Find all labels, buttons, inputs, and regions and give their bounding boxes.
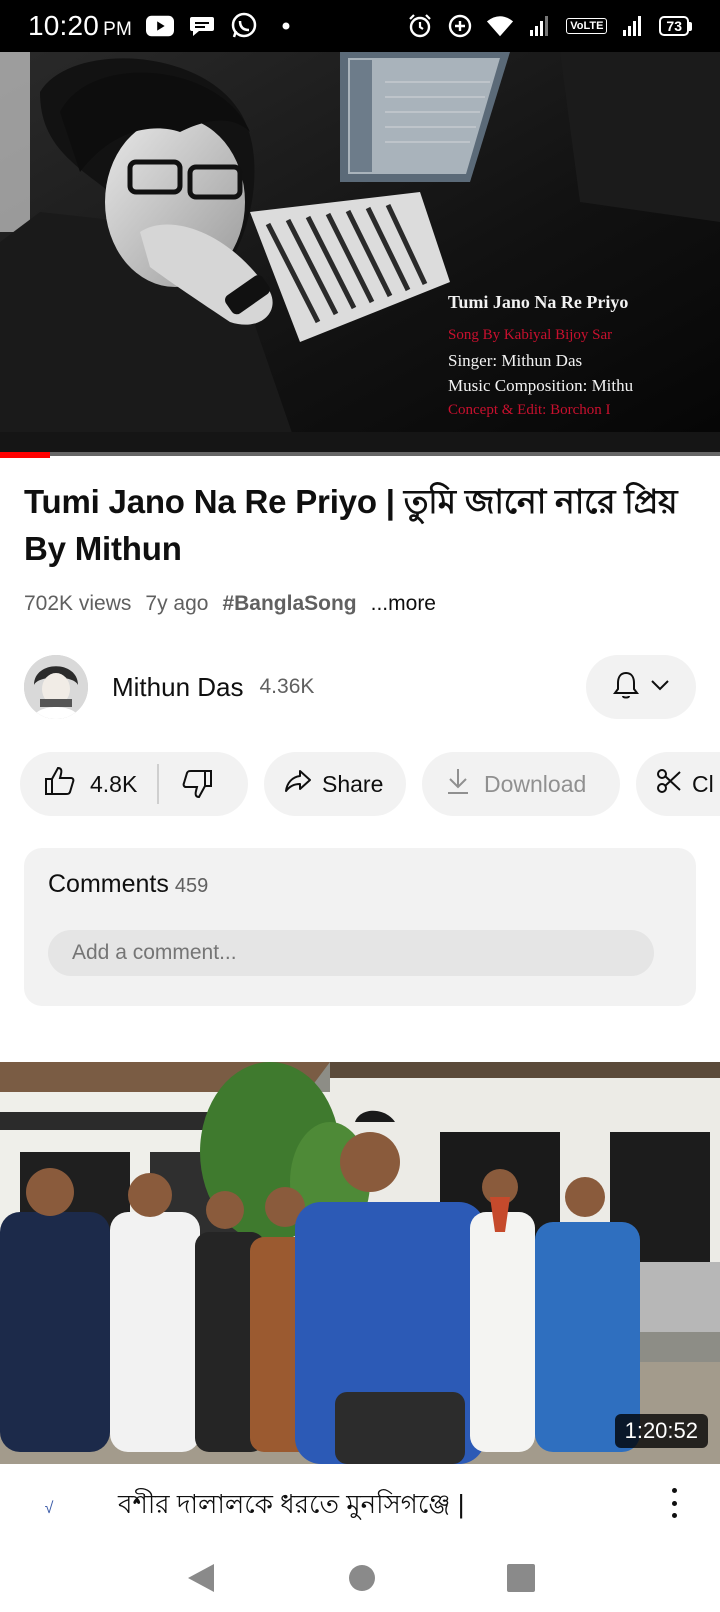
recents-icon[interactable] <box>506 1563 536 1598</box>
alarm-icon <box>406 12 434 40</box>
chat-bubble-icon <box>188 12 216 40</box>
comments-label: Comments <box>48 870 169 898</box>
overlay-song-credit: Song By Kabiyal Bijoy Sar <box>448 327 613 343</box>
system-icons: VoLTE 73 <box>406 12 692 40</box>
video-duration: 1:20:52 <box>614 1414 708 1448</box>
battery-icon: 73 <box>659 16 692 36</box>
video-player[interactable]: Tumi Jano Na Re Priyo Song By Kabiyal Bi… <box>0 52 720 456</box>
comments-card[interactable]: Comments 459 <box>24 848 696 1006</box>
action-buttons: 4.8K Share Download Cl <box>20 752 720 816</box>
share-button[interactable]: Share <box>264 752 406 816</box>
next-video-title[interactable]: বশীর দালালকে ধরতে মুনসিগঞ্জে | <box>118 1484 464 1528</box>
clip-label: Cl <box>692 770 714 797</box>
scissors-icon <box>656 768 682 800</box>
signal-icon <box>619 12 647 40</box>
comments-header: Comments 459 <box>48 870 208 899</box>
bell-icon <box>612 670 640 705</box>
download-label: Download <box>484 770 587 797</box>
download-button[interactable]: Download <box>422 752 620 816</box>
more-link[interactable]: ...more <box>371 592 436 616</box>
video-title[interactable]: Tumi Jano Na Re Priyo | তুমি জানো নারে প… <box>24 478 696 572</box>
share-label: Share <box>322 770 384 797</box>
whatsapp-icon <box>230 12 258 40</box>
dot-icon <box>272 12 300 40</box>
upload-age: 7y ago <box>145 592 209 615</box>
data-saver-icon <box>446 12 474 40</box>
overlay-singer: Singer: Mithun Das <box>448 351 583 370</box>
channel-name[interactable]: Mithun Das <box>112 672 244 703</box>
status-time-value: 10:20 <box>28 10 100 41</box>
youtube-icon <box>145 12 174 40</box>
thumbs-down-icon[interactable] <box>181 769 213 799</box>
home-icon[interactable] <box>347 1563 377 1598</box>
subscriber-count: 4.36K <box>259 675 315 698</box>
next-video-info[interactable]: √ বশীর দালালকে ধরতে মুনসিগঞ্জে | <box>0 1464 720 1548</box>
like-count: 4.8K <box>90 770 138 797</box>
wifi-icon <box>486 12 514 40</box>
video-meta[interactable]: 702K views 7y ago #BanglaSong ...more <box>24 592 436 616</box>
channel-row[interactable]: Mithun Das 4.36K <box>24 654 696 720</box>
status-ampm: PM <box>103 19 132 40</box>
chevron-down-icon <box>650 678 670 696</box>
channel-avatar[interactable] <box>24 655 88 719</box>
next-video-thumbnail[interactable]: 1:20:52 <box>0 1062 720 1464</box>
hashtag-link[interactable]: #BanglaSong <box>222 592 356 616</box>
signal-icon <box>526 12 554 40</box>
overlay-composition: Music Composition: Mithu <box>448 376 634 395</box>
volte-badge: VoLTE <box>566 18 608 34</box>
overlay-concept: Concept & Edit: Borchon I <box>448 402 611 418</box>
more-options-icon[interactable] <box>668 1488 680 1518</box>
share-icon <box>284 769 312 799</box>
next-channel-avatar[interactable]: √ <box>24 1484 74 1534</box>
comments-count: 459 <box>174 875 209 897</box>
overlay-title: Tumi Jano Na Re Priyo <box>448 292 629 312</box>
add-comment-input[interactable] <box>48 930 654 976</box>
view-count: 702K views <box>24 592 132 615</box>
back-icon[interactable] <box>184 1561 218 1600</box>
download-icon <box>446 767 470 801</box>
status-bar: 10:20 PM VoLTE 73 <box>0 0 720 52</box>
video-credits-overlay: Tumi Jano Na Re Priyo Song By Kabiyal Bi… <box>448 290 633 423</box>
thumbnail-image <box>0 1062 720 1464</box>
thumbs-up-icon[interactable] <box>44 766 76 802</box>
notification-icons <box>145 12 300 40</box>
status-time: 10:20 PM <box>28 10 132 42</box>
subscription-bell-button[interactable] <box>586 655 696 719</box>
system-navigation-bar <box>0 1548 720 1612</box>
like-divider <box>157 764 160 804</box>
like-dislike-button[interactable]: 4.8K <box>20 752 248 816</box>
battery-level: 73 <box>659 16 689 36</box>
clip-button[interactable]: Cl <box>636 752 720 816</box>
